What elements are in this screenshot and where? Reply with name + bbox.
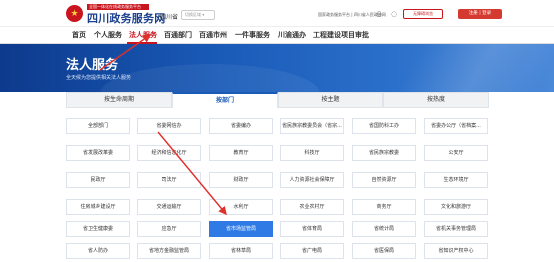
department-item[interactable]: 经济和信息化厅 — [137, 145, 201, 161]
department-item[interactable]: 省医保局 — [352, 243, 416, 259]
department-item[interactable]: 省委办公厅（省档案... — [424, 118, 488, 134]
site-logo-title[interactable]: 四川政务服务网 — [87, 10, 165, 26]
tab-lifecycle[interactable]: 按生命周期 — [66, 92, 172, 108]
department-item[interactable]: 省民族宗教委 — [352, 145, 416, 161]
nav-item-sichuan-chongqing[interactable]: 川渝通办 — [278, 30, 306, 40]
department-item[interactable]: 省地方金融监管局 — [137, 243, 201, 259]
department-item[interactable]: 省市场监管局 — [209, 221, 273, 237]
region-select[interactable]: 切换区域 ▾ — [181, 10, 215, 20]
wechat-icon[interactable]: ◌ — [389, 9, 399, 19]
nav-item-departments[interactable]: 百通部门 — [164, 30, 192, 40]
department-item[interactable]: 省统计局 — [352, 221, 416, 237]
top-header: ★ 全国一体化在线政务服务平台 四川政务服务网 四川省 切换区域 ▾ 国家政务服… — [0, 0, 554, 27]
department-item[interactable]: 公安厅 — [424, 145, 488, 161]
region-label: 四川省 — [160, 14, 179, 21]
tab-theme[interactable]: 按主题 — [278, 92, 383, 108]
department-item[interactable]: 省卫生健康委 — [66, 221, 130, 237]
hero-banner: 法人服务 全天候为您提供相关法人服务 — [0, 44, 554, 92]
mobile-icon[interactable]: ▯ — [374, 9, 384, 19]
national-emblem-icon: ★ — [66, 5, 83, 22]
department-item[interactable]: 自然资源厅 — [352, 172, 416, 188]
tab-department[interactable]: 按部门 — [172, 92, 278, 108]
nav-item-legal-person[interactable]: 法人服务 — [129, 30, 157, 40]
department-item[interactable]: 省委网信办 — [137, 118, 201, 134]
department-item[interactable]: 省人防办 — [66, 243, 130, 259]
department-item[interactable]: 人力资源社会保障厅 — [280, 172, 344, 188]
department-item[interactable]: 生态环境厅 — [424, 172, 488, 188]
department-item[interactable]: 全部部门 — [66, 118, 130, 134]
nav-item-construction-approval[interactable]: 工程建设项目审批 — [313, 30, 369, 40]
tab-popularity[interactable]: 按热度 — [383, 92, 489, 108]
department-item[interactable]: 司法厅 — [137, 172, 201, 188]
nav-item-one-thing[interactable]: 一件事服务 — [235, 30, 270, 40]
department-item[interactable]: 省林草局 — [209, 243, 273, 259]
department-item[interactable]: 省知识产权中心 — [424, 243, 488, 259]
main-nav: 首页 个人服务 法人服务 百通部门 百通市州 一件事服务 川渝通办 工程建设项目… — [0, 27, 554, 68]
login-register-button[interactable]: 注册 | 登录 — [458, 9, 502, 19]
nav-item-personal[interactable]: 个人服务 — [94, 30, 122, 40]
department-item[interactable]: 水利厅 — [209, 199, 273, 215]
department-item[interactable]: 省体育局 — [280, 221, 344, 237]
accessibility-button[interactable]: 无障碍浏览 — [403, 9, 443, 19]
department-item[interactable]: 农业农村厅 — [280, 199, 344, 215]
department-item[interactable]: 省机关事务管理局 — [424, 221, 488, 237]
banner-decoration — [100, 64, 320, 92]
nav-item-home[interactable]: 首页 — [72, 30, 86, 40]
department-item[interactable]: 省委编办 — [209, 118, 273, 134]
department-item[interactable]: 省发展改革委 — [66, 145, 130, 161]
nav-item-cities[interactable]: 百通市州 — [199, 30, 227, 40]
department-item[interactable]: 民政厅 — [66, 172, 130, 188]
department-item[interactable]: 科技厅 — [280, 145, 344, 161]
department-item[interactable]: 交通运输厅 — [137, 199, 201, 215]
department-item[interactable]: 教育厅 — [209, 145, 273, 161]
department-item[interactable]: 财政厅 — [209, 172, 273, 188]
department-item[interactable]: 省民族宗教委员会（省宗... — [280, 118, 344, 134]
department-item[interactable]: 省广电局 — [280, 243, 344, 259]
department-item[interactable]: 应急厅 — [137, 221, 201, 237]
banner-decoration — [330, 44, 554, 92]
department-item[interactable]: 住房城乡建设厅 — [66, 199, 130, 215]
department-item[interactable]: 省国防科工办 — [352, 118, 416, 134]
department-item[interactable]: 文化和旅游厅 — [424, 199, 488, 215]
page-title: 法人服务 — [66, 58, 119, 73]
page-subtitle: 全天候为您提供相关法人服务 — [66, 75, 132, 81]
department-item[interactable]: 商务厅 — [352, 199, 416, 215]
